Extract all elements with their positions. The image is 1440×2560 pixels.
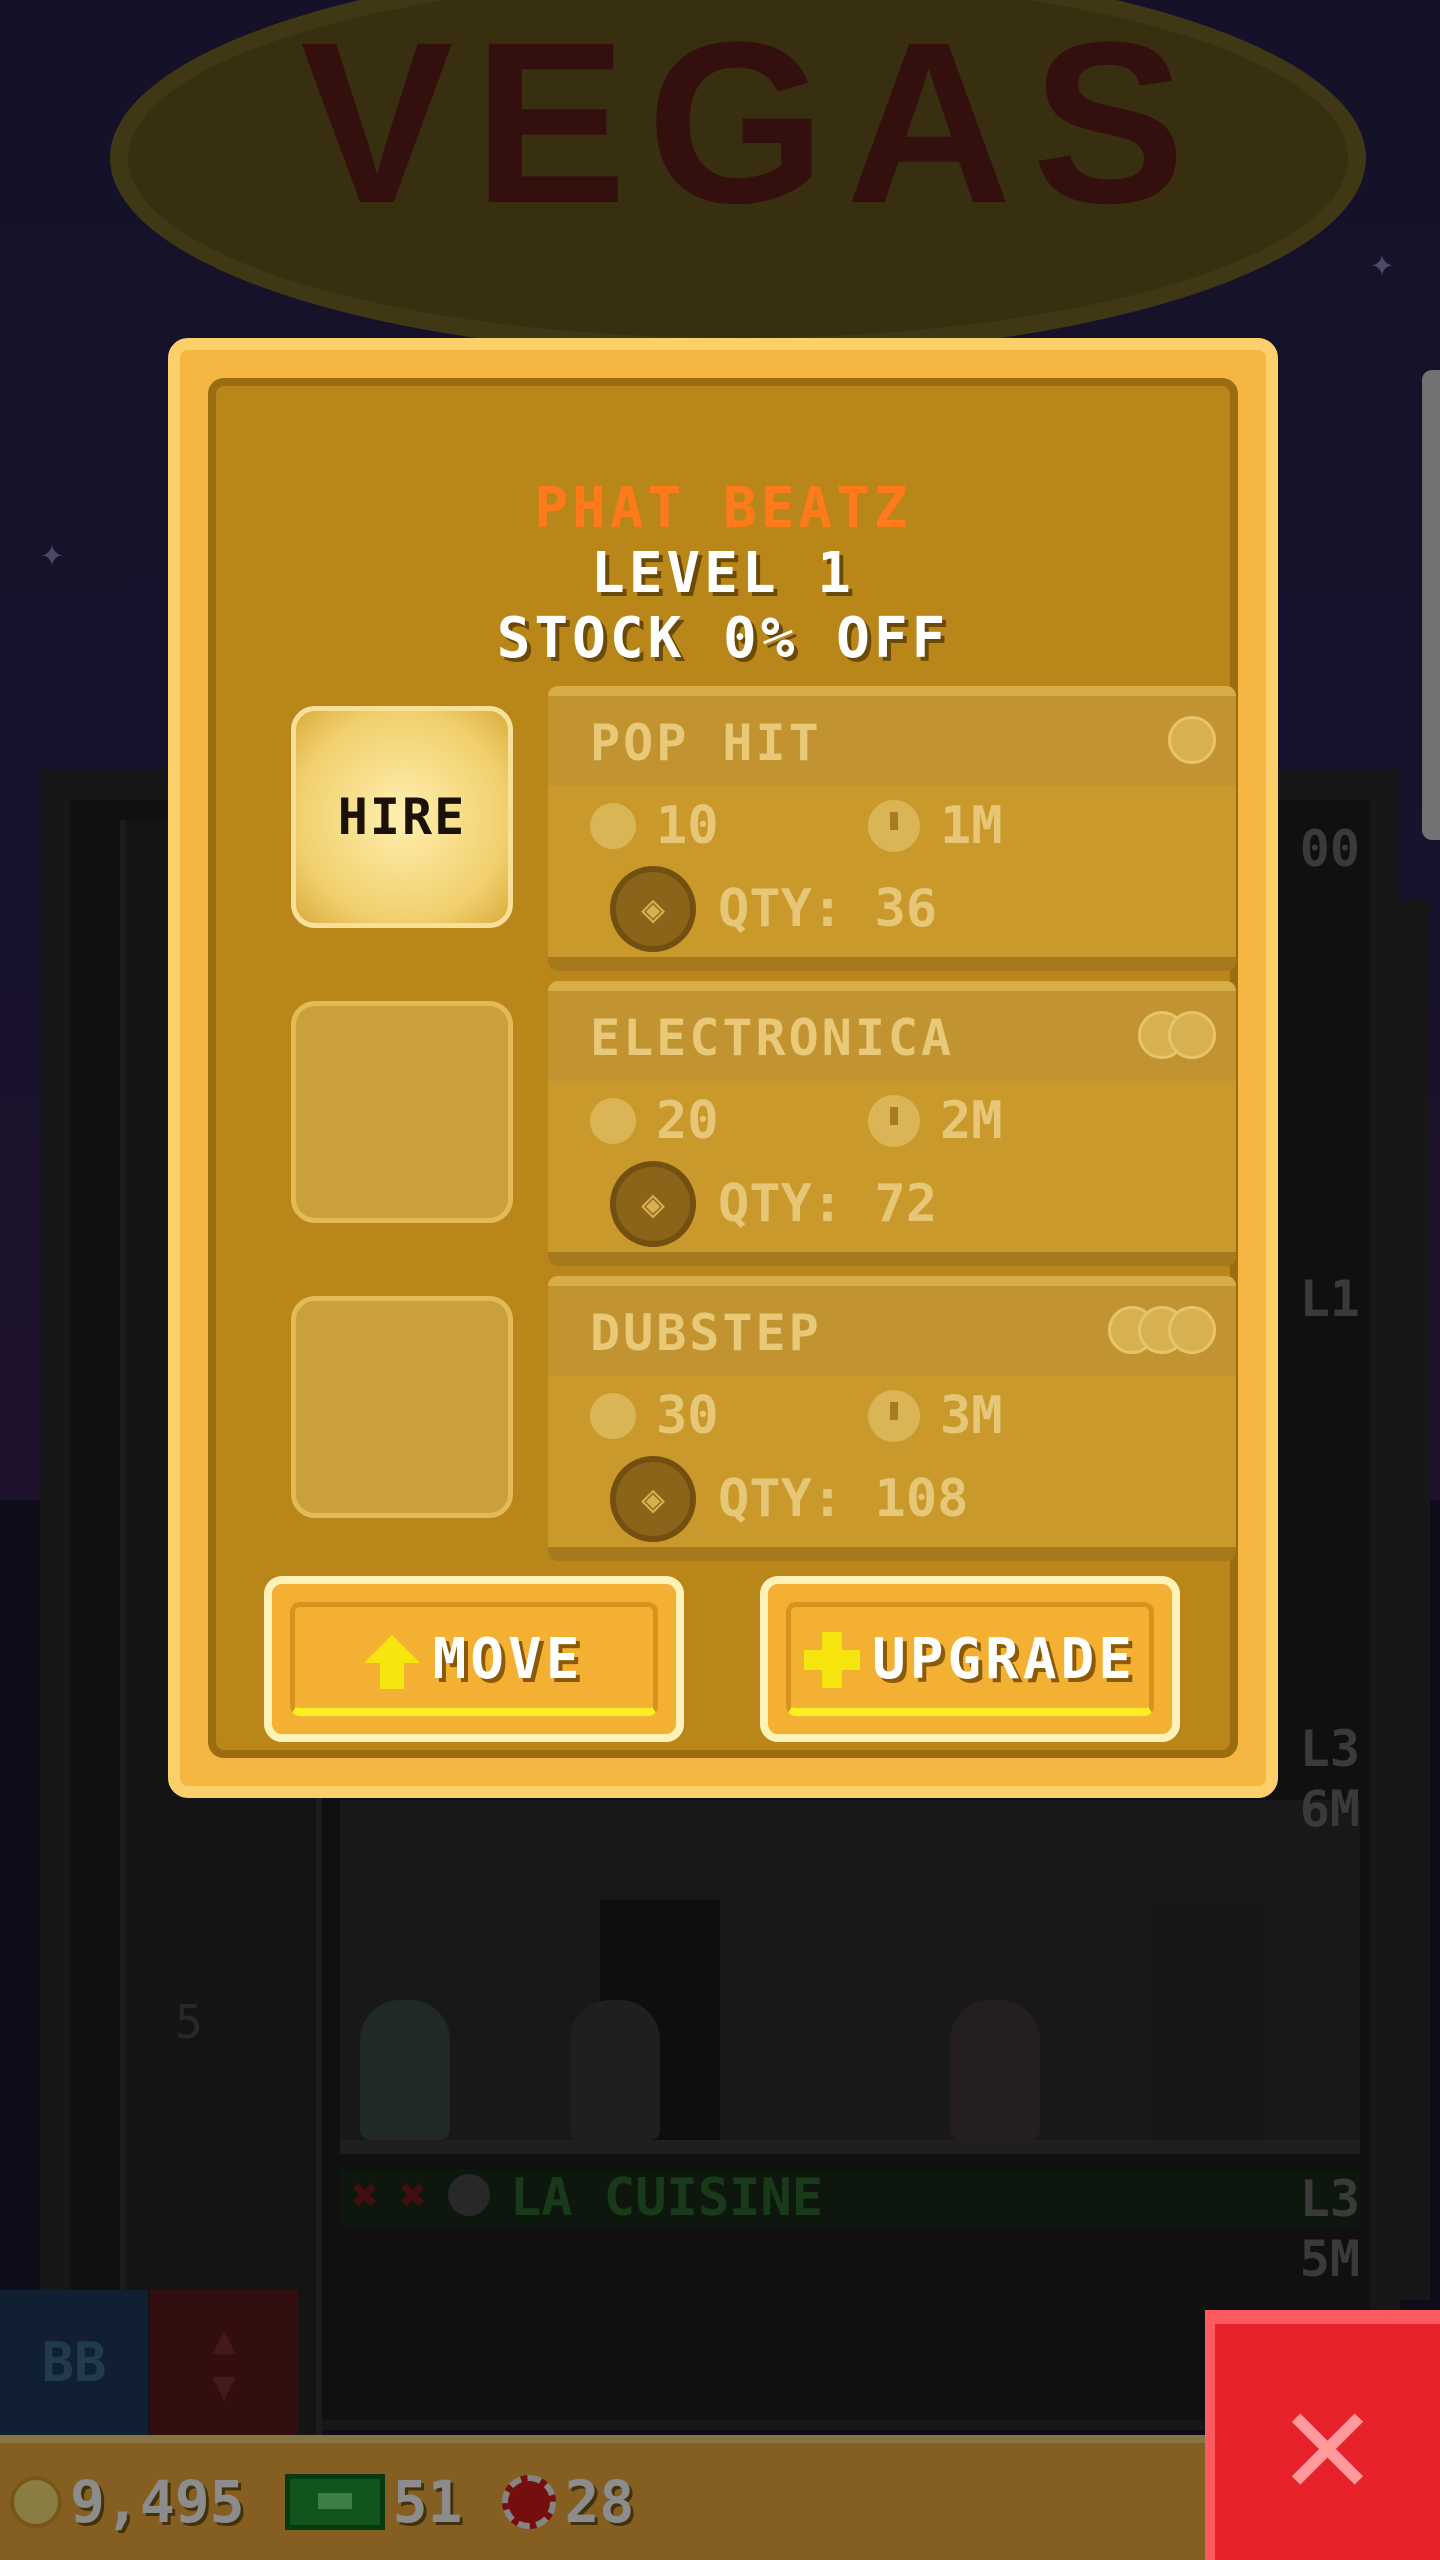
product-name: POP HIT (590, 714, 822, 772)
product-time: 2M (868, 1091, 1003, 1151)
product-card[interactable]: ELECTRONICA 20 2M ◈ QTY: 72 (548, 981, 1236, 1266)
product-qty-value: QTY: 108 (718, 1469, 969, 1529)
stock-icon: ◈ (610, 1456, 696, 1542)
product-qty: ◈ QTY: 36 (610, 866, 937, 952)
card-edge (548, 957, 1236, 971)
product-cost-value: 20 (656, 1091, 719, 1151)
product-time-value: 1M (940, 796, 1003, 856)
coin-icon (590, 1098, 636, 1144)
product-time-value: 2M (940, 1091, 1003, 1151)
product-card[interactable]: POP HIT 10 1M ◈ QTY: 36 (548, 686, 1236, 971)
card-edge (548, 1547, 1236, 1561)
plus-icon (803, 1632, 860, 1688)
coin-icon (590, 803, 636, 849)
business-level: LEVEL 1 (590, 541, 855, 606)
business-dialog: PHAT BEATZ LEVEL 1 STOCK 0% OFF HIRE POP… (168, 338, 1278, 1798)
stock-icon: ◈ (610, 866, 696, 952)
product-tier-coins (1138, 1011, 1216, 1059)
business-name: PHAT BEATZ (534, 476, 912, 541)
product-tier-coins (1108, 1306, 1216, 1354)
coin-icon (1168, 1306, 1216, 1354)
product-card[interactable]: DUBSTEP 30 3M ◈ QTY: 108 (548, 1276, 1236, 1561)
move-label: MOVE (432, 1626, 584, 1692)
product-qty: ◈ QTY: 72 (610, 1161, 937, 1247)
dialog-panel: PHAT BEATZ LEVEL 1 STOCK 0% OFF HIRE POP… (208, 378, 1238, 1758)
product-name: ELECTRONICA (590, 1009, 955, 1067)
product-time: 3M (868, 1386, 1003, 1446)
card-edge (548, 1252, 1236, 1266)
close-icon: ✕ (1282, 2355, 1373, 2529)
move-button[interactable]: MOVE (264, 1576, 684, 1742)
product-cost: 20 (590, 1091, 719, 1151)
product-name: DUBSTEP (590, 1304, 822, 1362)
product-time: 1M (868, 796, 1003, 856)
coin-icon (1168, 716, 1216, 764)
worker-slot-empty[interactable] (291, 1296, 513, 1518)
product-time-value: 3M (940, 1386, 1003, 1446)
stock-discount: STOCK 0% OFF (496, 606, 950, 671)
coin-icon (1168, 1011, 1216, 1059)
upgrade-label: UPGRADE (871, 1626, 1136, 1692)
stock-icon: ◈ (610, 1161, 696, 1247)
close-button[interactable]: ✕ (1205, 2310, 1440, 2560)
product-qty-value: QTY: 72 (718, 1174, 938, 1234)
product-tier-coins (1168, 716, 1216, 764)
product-cost: 30 (590, 1386, 719, 1446)
product-cost-value: 10 (656, 796, 719, 856)
upgrade-button[interactable]: UPGRADE (760, 1576, 1180, 1742)
clock-icon (868, 800, 920, 852)
product-cost: 10 (590, 796, 719, 856)
clock-icon (868, 1390, 920, 1442)
clock-icon (868, 1095, 920, 1147)
coin-icon (590, 1393, 636, 1439)
product-qty-value: QTY: 36 (718, 879, 938, 939)
arrow-up-icon (363, 1632, 420, 1689)
product-cost-value: 30 (656, 1386, 719, 1446)
product-qty: ◈ QTY: 108 (610, 1456, 968, 1542)
hire-button[interactable]: HIRE (291, 706, 513, 928)
worker-slot-empty[interactable] (291, 1001, 513, 1223)
